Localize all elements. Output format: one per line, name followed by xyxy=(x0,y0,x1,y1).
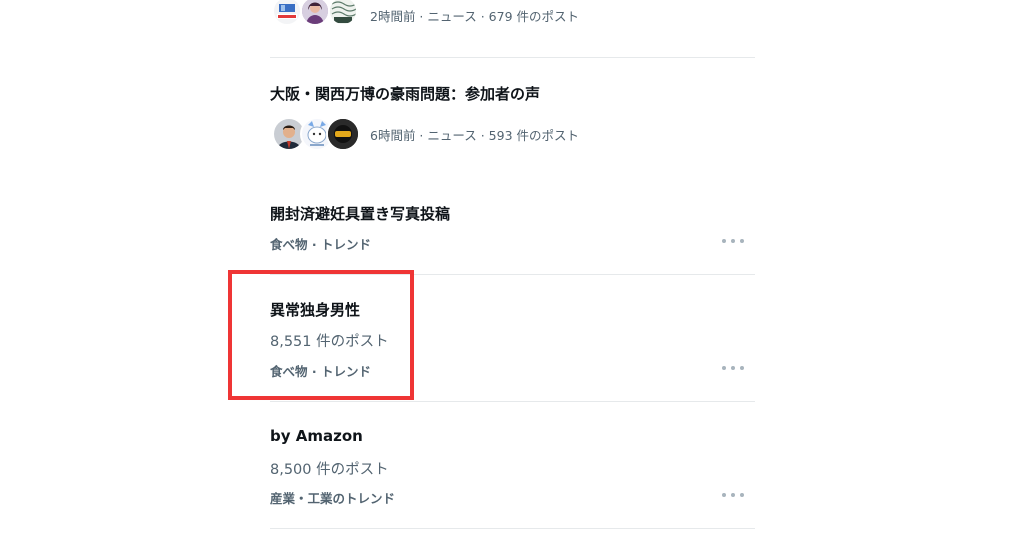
more-horizontal-icon[interactable] xyxy=(722,490,744,500)
highlight-box xyxy=(228,270,414,400)
trend-category: 食べ物 · トレンド xyxy=(270,237,371,252)
trend-category: 産業・工業のトレンド xyxy=(270,491,396,506)
divider xyxy=(270,528,755,529)
yahoo-logo-avatar xyxy=(272,0,302,26)
post-count: 8,500 件のポスト xyxy=(270,462,389,478)
erc-logo-avatar xyxy=(328,0,358,26)
person-avatar xyxy=(300,0,330,26)
news-title: 大阪・関西万博の豪雨問題：参加者の声 xyxy=(270,85,541,103)
more-horizontal-icon[interactable] xyxy=(722,236,744,246)
divider xyxy=(270,57,755,58)
badge-logo-avatar xyxy=(326,117,360,151)
divider xyxy=(270,401,755,402)
trend-title: 開封済避妊具置き写真投稿 xyxy=(270,205,451,223)
news-meta: 2時間前 · ニュース · 679 件のポスト xyxy=(370,9,580,24)
trends-feed: 2時間前 · ニュース · 679 件のポスト 大阪・関西万博の豪雨問題：参加者… xyxy=(270,0,755,538)
trend-title: by Amazon xyxy=(270,427,363,445)
more-horizontal-icon[interactable] xyxy=(722,363,744,373)
news-meta: 6時間前 · ニュース · 593 件のポスト xyxy=(370,128,580,143)
